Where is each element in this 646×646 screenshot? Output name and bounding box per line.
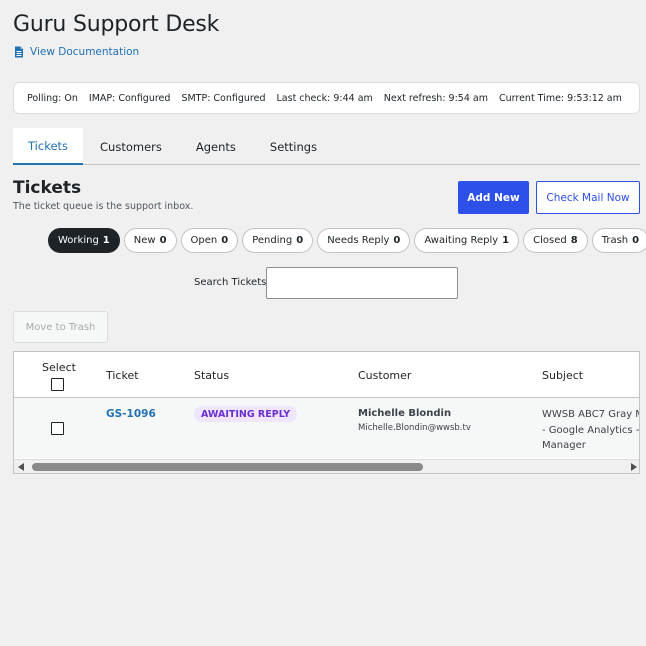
tab-customers[interactable]: Customers <box>83 128 179 165</box>
tab-settings[interactable]: Settings <box>253 128 334 165</box>
filter-count: 0 <box>296 235 304 246</box>
status-bar: Polling: On IMAP: Configured SMTP: Confi… <box>13 82 640 114</box>
filter-count: 0 <box>159 235 167 246</box>
filter-count: 1 <box>502 235 510 246</box>
move-to-trash-button[interactable]: Move to Trash <box>13 311 108 343</box>
tickets-table: Select Ticket Status Customer Subject GS… <box>13 351 640 474</box>
filter-count: 0 <box>393 235 401 246</box>
horizontal-scrollbar[interactable] <box>14 459 639 473</box>
column-customer[interactable]: Customer <box>358 369 411 382</box>
imap-status: IMAP: Configured <box>88 92 171 104</box>
filter-awaiting-reply[interactable]: Awaiting Reply 1 <box>414 228 520 253</box>
scrollbar-thumb[interactable] <box>32 463 423 471</box>
filter-count: 0 <box>632 235 640 246</box>
customer-email: Michelle.Blondin@wwsb.tv <box>358 423 471 433</box>
filter-count: 0 <box>221 235 229 246</box>
section-title: Tickets <box>13 178 82 198</box>
tab-tickets[interactable]: Tickets <box>13 128 84 165</box>
customer-name: Michelle Blondin <box>358 408 452 419</box>
polling-status: Polling: On <box>27 92 78 104</box>
filter-pending[interactable]: Pending 0 <box>242 228 314 253</box>
filter-label: Closed <box>533 235 567 246</box>
filter-open[interactable]: Open 0 <box>180 228 239 253</box>
section-description: The ticket queue is the support inbox. <box>13 201 194 212</box>
smtp-status: SMTP: Configured <box>181 92 266 104</box>
filter-closed[interactable]: Closed 8 <box>523 228 588 253</box>
current-time: Current Time: 9:53:12 am <box>498 92 622 104</box>
filter-label: Trash <box>601 235 629 246</box>
status-filters: Working 1 New 0 Open 0 Pending 0 Needs Reply… <box>48 228 646 253</box>
search-label: Search Tickets <box>194 277 267 288</box>
filter-label: Open <box>190 235 218 246</box>
tab-agents[interactable]: Agents <box>179 128 253 165</box>
table-header: Select Ticket Status Customer Subject <box>14 352 639 398</box>
documentation-link-label[interactable]: View Documentation <box>30 46 139 58</box>
filter-needs-reply[interactable]: Needs Reply 0 <box>317 228 411 253</box>
column-subject[interactable]: Subject <box>542 369 583 382</box>
select-all-checkbox[interactable] <box>51 378 64 391</box>
page-title: Guru Support Desk <box>13 12 220 37</box>
last-check: Last check: 9:44 am <box>276 92 373 104</box>
documentation-link[interactable]: View Documentation <box>14 46 139 58</box>
filter-count: 1 <box>102 235 110 246</box>
status-badge: AWAITING REPLY <box>194 406 298 422</box>
main-tabs: Tickets Customers Agents Settings <box>13 128 640 165</box>
search-input[interactable] <box>266 267 458 299</box>
scroll-left-icon[interactable] <box>18 463 24 471</box>
table-row[interactable]: GS-1096 AWAITING REPLY Michelle Blondin … <box>14 398 639 458</box>
filter-label: New <box>133 235 156 246</box>
column-ticket[interactable]: Ticket <box>106 369 139 382</box>
next-refresh: Next refresh: 9:54 am <box>383 92 488 104</box>
filter-label: Needs Reply <box>327 235 390 246</box>
ticket-id-link[interactable]: GS-1096 <box>106 408 156 420</box>
add-new-button[interactable]: Add New <box>458 181 529 214</box>
ticket-subject[interactable]: WWSB ABC7 Gray Me - Google Analytics - T… <box>542 407 639 454</box>
column-select: Select <box>42 361 76 374</box>
filter-new[interactable]: New 0 <box>123 228 177 253</box>
filter-working[interactable]: Working 1 <box>48 228 120 253</box>
filter-trash[interactable]: Trash 0 <box>591 228 646 253</box>
scroll-right-icon[interactable] <box>631 463 637 471</box>
filter-label: Awaiting Reply <box>424 235 499 246</box>
column-status[interactable]: Status <box>194 369 229 382</box>
filter-label: Working <box>58 235 99 246</box>
row-checkbox[interactable] <box>51 422 64 435</box>
check-mail-button[interactable]: Check Mail Now <box>536 181 640 214</box>
filter-count: 8 <box>570 235 578 246</box>
document-icon <box>15 46 23 58</box>
filter-label: Pending <box>252 235 293 246</box>
